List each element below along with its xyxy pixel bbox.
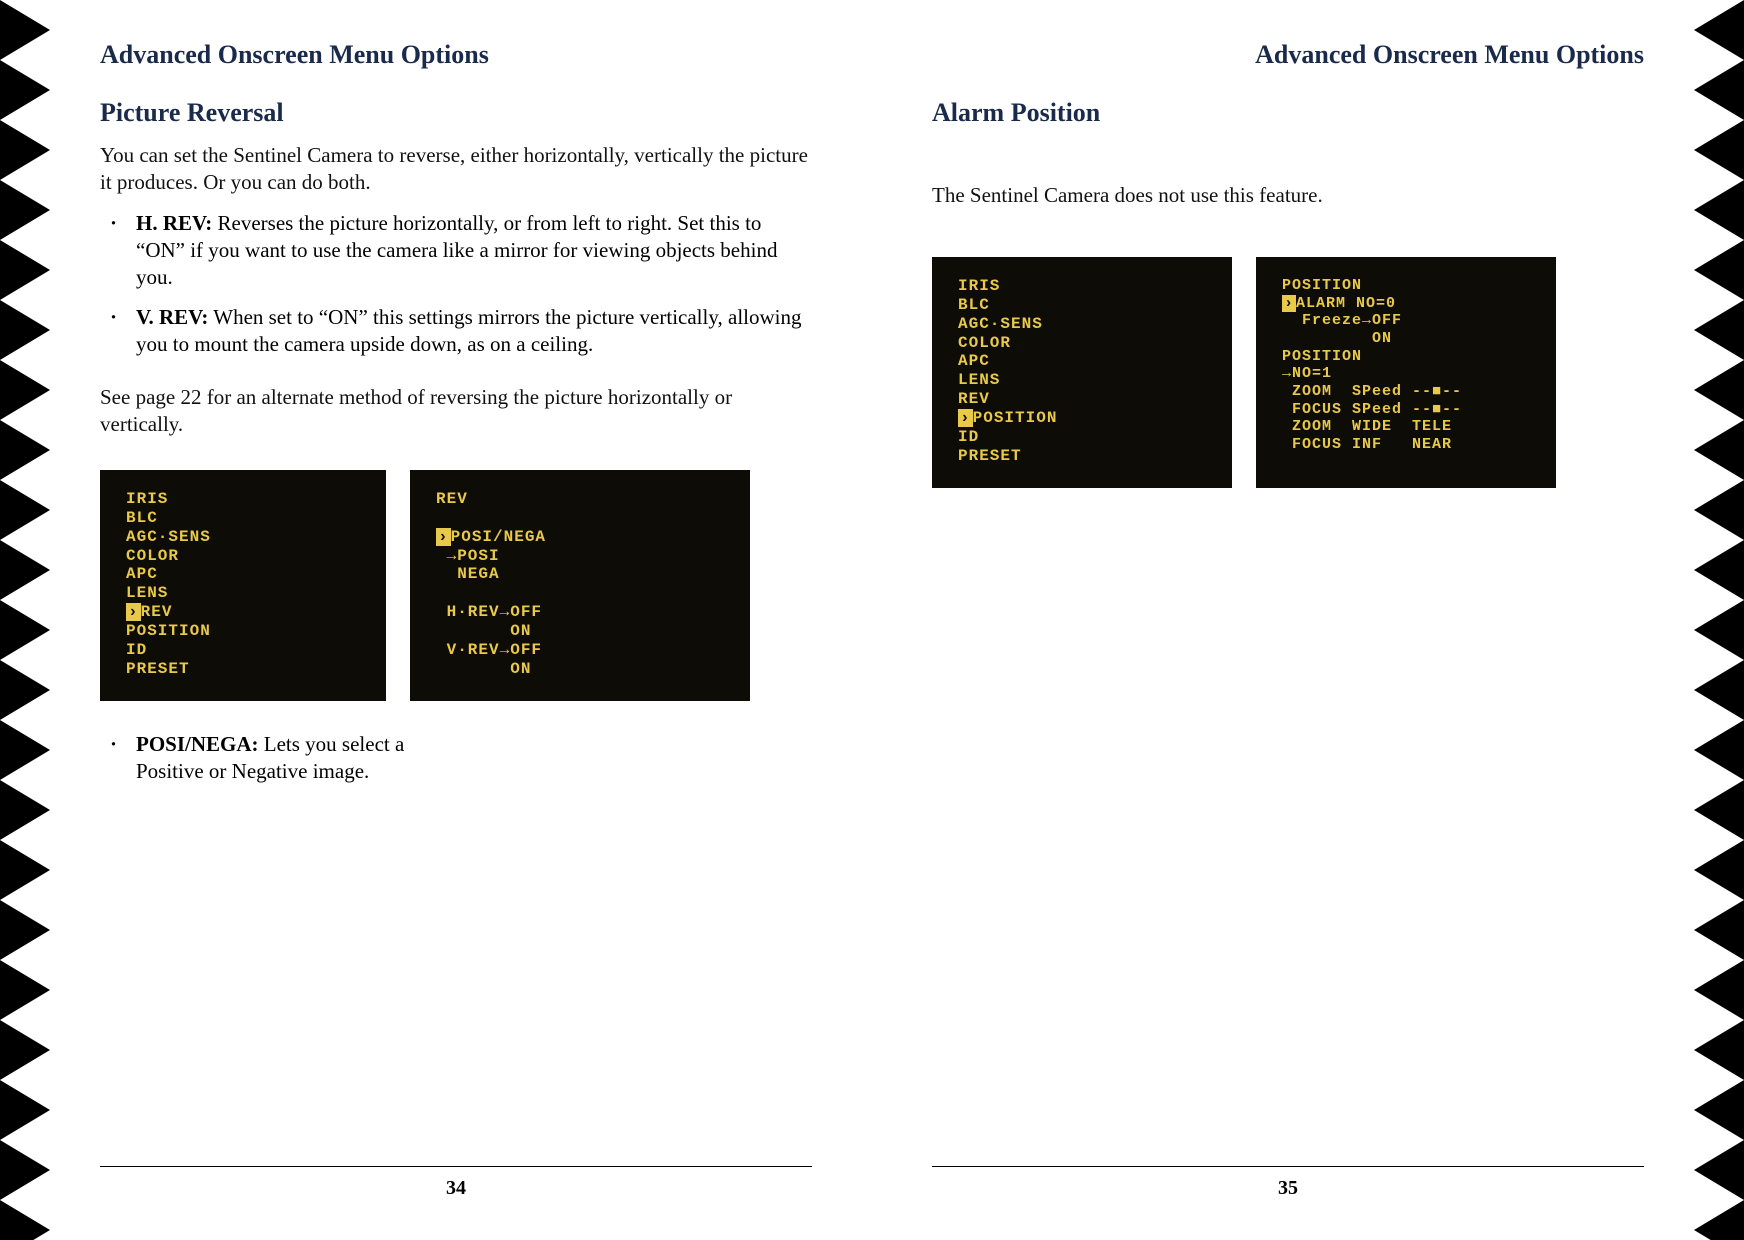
osd-selection-marker: › bbox=[958, 409, 973, 427]
page-right: Advanced Onscreen Menu Options Alarm Pos… bbox=[872, 0, 1684, 1240]
osd-body: Freeze→OFF ON POSITION →NO=1 ZOOM SPeed … bbox=[1282, 312, 1462, 453]
footer-right: 35 bbox=[932, 1166, 1644, 1240]
osd-line1: ALARM NO=0 bbox=[1296, 295, 1396, 312]
osd-title: POSITION bbox=[1282, 277, 1362, 294]
osd-row-right: IRIS BLC AGC·SENS COLOR APC LENS REV ›PO… bbox=[932, 257, 1644, 488]
page-header-right: Advanced Onscreen Menu Options bbox=[932, 40, 1644, 70]
term-h-rev: H. REV: bbox=[136, 211, 212, 235]
bullet-list-1: H. REV: Reverses the picture horizontall… bbox=[100, 210, 812, 372]
osd-selection-marker: › bbox=[1282, 295, 1296, 312]
page-header-left: Advanced Onscreen Menu Options bbox=[100, 40, 812, 70]
decorative-edge-left bbox=[0, 0, 50, 1240]
intro-paragraph-right: The Sentinel Camera does not use this fe… bbox=[932, 182, 1644, 209]
osd-hl-line: REV bbox=[141, 603, 173, 621]
page-left: Advanced Onscreen Menu Options Picture R… bbox=[60, 0, 872, 1240]
osd-menu-position: POSITION ›ALARM NO=0 Freeze→OFF ON POSIT… bbox=[1256, 257, 1556, 488]
page-number-right: 35 bbox=[932, 1177, 1644, 1200]
osd-hl-line: POSITION bbox=[973, 409, 1058, 427]
text-h-rev: Reverses the picture horizontally, or fr… bbox=[136, 211, 777, 289]
bullet-h-rev: H. REV: Reverses the picture horizontall… bbox=[128, 210, 812, 291]
bullet-v-rev: V. REV: When set to “ON” this settings m… bbox=[128, 304, 812, 358]
note-paragraph: See page 22 for an alternate method of r… bbox=[100, 384, 812, 438]
osd-post: ID PRESET bbox=[958, 428, 1022, 465]
decorative-edge-right bbox=[1694, 0, 1744, 1240]
text-v-rev: When set to “ON” this settings mirrors t… bbox=[136, 305, 801, 356]
osd-pre: IRIS BLC AGC·SENS COLOR APC LENS bbox=[126, 490, 211, 602]
footer-left: 34 bbox=[100, 1166, 812, 1240]
term-v-rev: V. REV: bbox=[136, 305, 208, 329]
osd-body: →POSI NEGA H·REV→OFF ON V·REV→OFF ON bbox=[436, 547, 542, 678]
bullet-list-2: POSI/NEGA: Lets you select a Positive or… bbox=[100, 731, 440, 799]
footer-rule bbox=[932, 1166, 1644, 1167]
page-number-left: 34 bbox=[100, 1177, 812, 1200]
footer-rule bbox=[100, 1166, 812, 1167]
osd-selection-marker: › bbox=[436, 528, 451, 546]
bullet-posi-nega: POSI/NEGA: Lets you select a Positive or… bbox=[128, 731, 440, 785]
osd-post: POSITION ID PRESET bbox=[126, 622, 211, 678]
term-posi-nega: POSI/NEGA: bbox=[136, 732, 259, 756]
intro-paragraph: You can set the Sentinel Camera to rever… bbox=[100, 142, 812, 196]
osd-menu-rev: REV ›POSI/NEGA →POSI NEGA H·REV→OFF ON V… bbox=[410, 470, 750, 701]
osd-selection-marker: › bbox=[126, 603, 141, 621]
page-spread: Advanced Onscreen Menu Options Picture R… bbox=[0, 0, 1744, 1240]
osd-hl-line: POSI/NEGA bbox=[451, 528, 546, 546]
osd-row-left: IRIS BLC AGC·SENS COLOR APC LENS ›REV PO… bbox=[100, 470, 812, 701]
osd-menu-main-left: IRIS BLC AGC·SENS COLOR APC LENS ›REV PO… bbox=[100, 470, 386, 701]
section-title-alarm-position: Alarm Position bbox=[932, 98, 1644, 128]
osd-menu-main-right: IRIS BLC AGC·SENS COLOR APC LENS REV ›PO… bbox=[932, 257, 1232, 488]
section-title-picture-reversal: Picture Reversal bbox=[100, 98, 812, 128]
osd-pre: IRIS BLC AGC·SENS COLOR APC LENS REV bbox=[958, 277, 1043, 408]
osd-title: REV bbox=[436, 490, 468, 508]
